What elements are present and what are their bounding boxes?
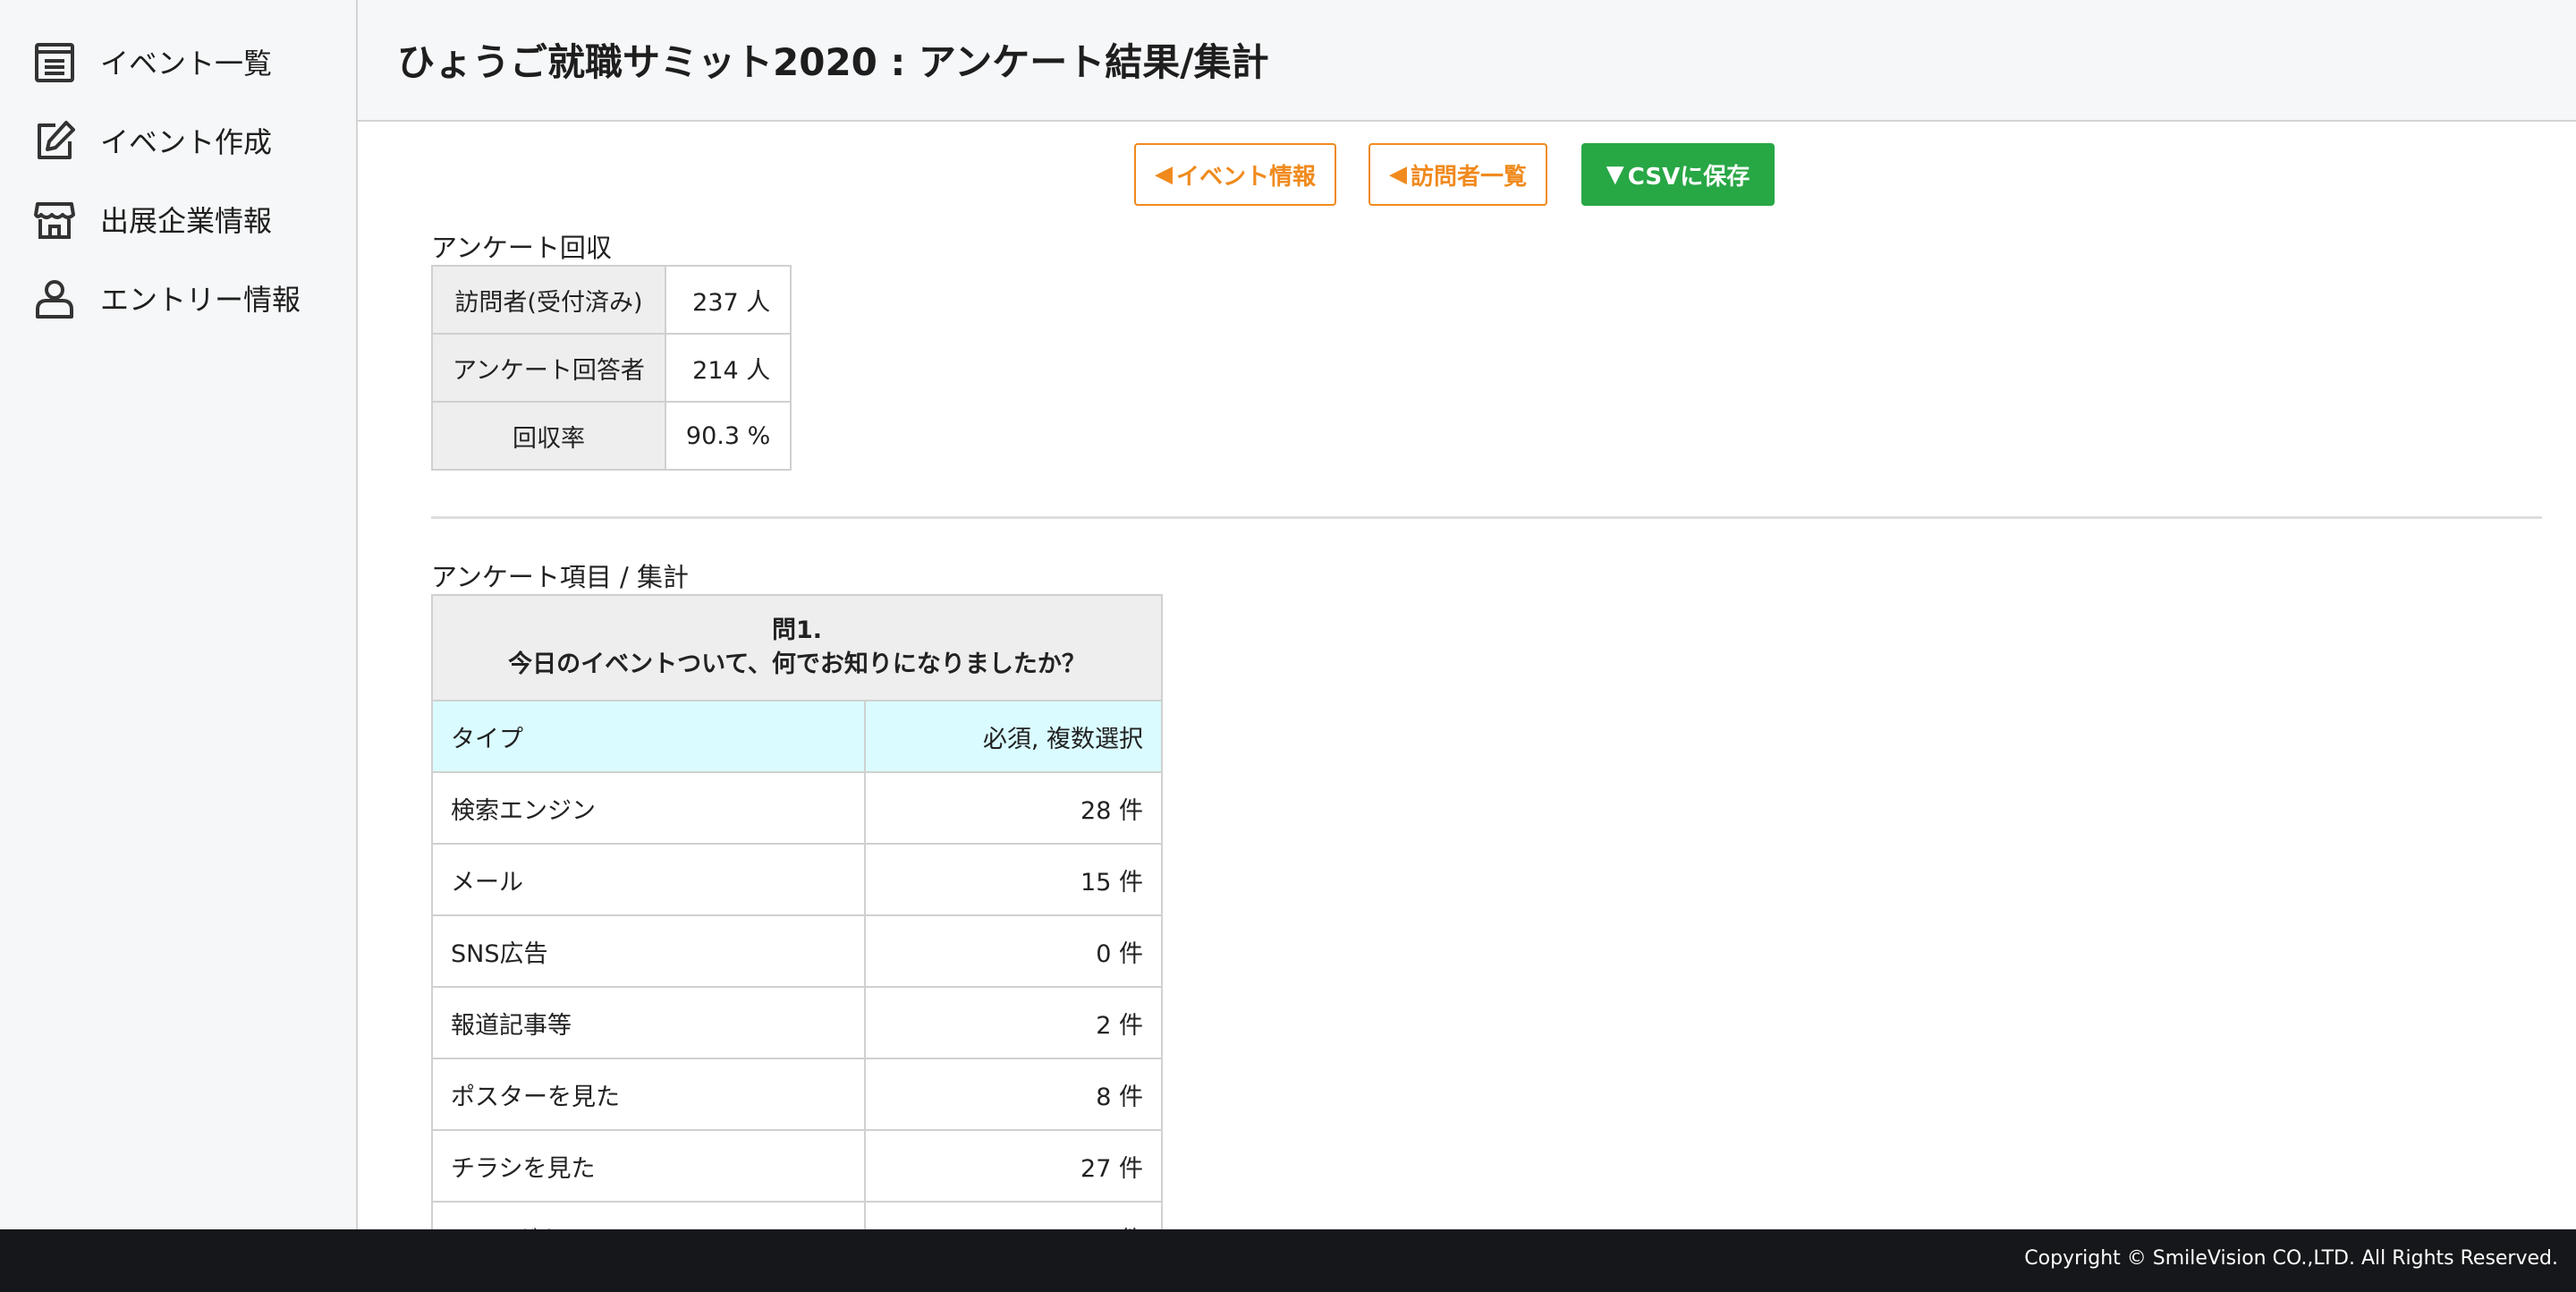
edit-icon xyxy=(30,116,79,165)
collection-table: 訪問者(受付済み) 237 人 アンケート回答者 214 人 回収率 90.3 … xyxy=(431,265,792,471)
answer-count: 28 件 xyxy=(864,771,1163,845)
table-row: 報道記事等 2 件 xyxy=(431,986,1163,1059)
sidebar-item-label: イベント一覧 xyxy=(100,47,273,81)
triangle-down-icon: ▼ xyxy=(1606,161,1624,188)
sidebar-item-label: イベント作成 xyxy=(100,125,273,159)
visitor-list-button[interactable]: ◀ 訪問者一覧 xyxy=(1368,143,1547,206)
table-row: ポスターを見た 8 件 xyxy=(431,1058,1163,1131)
table-row: 検索エンジン 28 件 xyxy=(431,771,1163,845)
calendar-list-icon xyxy=(30,38,79,86)
answer-label: チラシを見た xyxy=(431,1129,866,1203)
sidebar-item-event-create[interactable]: イベント作成 xyxy=(30,114,272,167)
type-label: タイプ xyxy=(431,700,866,773)
answer-count: 15 件 xyxy=(864,843,1163,916)
triangle-left-icon: ◀ xyxy=(1154,161,1173,188)
page-title: ひょうご就職サミット2020 : アンケート結果/集計 xyxy=(397,40,1269,84)
items-section-label: アンケート項目 / 集計 xyxy=(431,562,690,592)
page-header: ひょうご就職サミット2020 : アンケート結果/集計 xyxy=(358,0,2576,122)
question-header: 問1. 今日のイベントついて、何でお知りになりましたか？ xyxy=(431,594,1163,701)
sidebar: イベント一覧 イベント作成 出展企業情報 エントリー情報 xyxy=(0,0,358,1229)
answer-count: 0 件 xyxy=(864,914,1163,988)
save-csv-button[interactable]: ▼ CSVに保存 xyxy=(1581,143,1775,206)
table-row: 訪問者(受付済み) 237 人 xyxy=(431,265,792,335)
answer-label: メール xyxy=(431,843,866,916)
question-header-row: 問1. 今日のイベントついて、何でお知りになりましたか？ xyxy=(431,594,1163,701)
table-row: SNS広告 0 件 xyxy=(431,914,1163,988)
sidebar-item-label: エントリー情報 xyxy=(100,283,301,317)
stat-key: 訪問者(受付済み) xyxy=(431,265,666,335)
section-divider xyxy=(431,516,2542,519)
answer-label: 検索エンジン xyxy=(431,771,866,845)
answer-count: 8 件 xyxy=(864,1058,1163,1131)
answer-count: 2 件 xyxy=(864,986,1163,1059)
question-number: 問1. xyxy=(771,616,823,644)
storefront-icon xyxy=(30,195,79,243)
stat-value: 237 人 xyxy=(664,265,792,335)
triangle-left-icon: ◀ xyxy=(1388,161,1407,188)
type-value: 必須, 複数選択 xyxy=(864,700,1163,773)
stat-key: 回収率 xyxy=(431,401,666,471)
stat-key: アンケート回答者 xyxy=(431,333,666,403)
table-row: チラシを見た 27 件 xyxy=(431,1129,1163,1203)
question-type-row: タイプ 必須, 複数選択 xyxy=(431,700,1163,773)
collection-section-label: アンケート回収 xyxy=(431,233,612,263)
answer-count: 27 件 xyxy=(864,1129,1163,1203)
answer-label: SNS広告 xyxy=(431,914,866,988)
event-info-button[interactable]: ◀ イベント情報 xyxy=(1134,143,1336,206)
footer: Copyright © SmileVision CO.,LTD. All Rig… xyxy=(0,1229,2576,1292)
visitor-list-button-label: 訪問者一覧 xyxy=(1410,163,1527,191)
sidebar-item-event-list[interactable]: イベント一覧 xyxy=(30,35,272,89)
user-icon xyxy=(30,274,79,322)
sidebar-item-entries[interactable]: エントリー情報 xyxy=(30,271,301,325)
sidebar-item-label: 出展企業情報 xyxy=(100,204,273,238)
table-row: メール 15 件 xyxy=(431,843,1163,916)
answer-label: ポスターを見た xyxy=(431,1058,866,1131)
answer-label: 報道記事等 xyxy=(431,986,866,1059)
stat-value: 214 人 xyxy=(664,333,792,403)
save-csv-button-label: CSVに保存 xyxy=(1627,163,1750,191)
question-text: 今日のイベントついて、何でお知りになりましたか？ xyxy=(508,650,1086,678)
event-info-button-label: イベント情報 xyxy=(1175,163,1316,191)
stat-value: 90.3 % xyxy=(664,401,792,471)
table-row: 回収率 90.3 % xyxy=(431,401,792,471)
table-row: アンケート回答者 214 人 xyxy=(431,333,792,403)
sidebar-item-exhibitors[interactable]: 出展企業情報 xyxy=(30,192,272,246)
question-table: 問1. 今日のイベントついて、何でお知りになりましたか？ タイプ 必須, 複数選… xyxy=(431,594,1163,1274)
copyright-text: Copyright © SmileVision CO.,LTD. All Rig… xyxy=(2024,1247,2558,1270)
